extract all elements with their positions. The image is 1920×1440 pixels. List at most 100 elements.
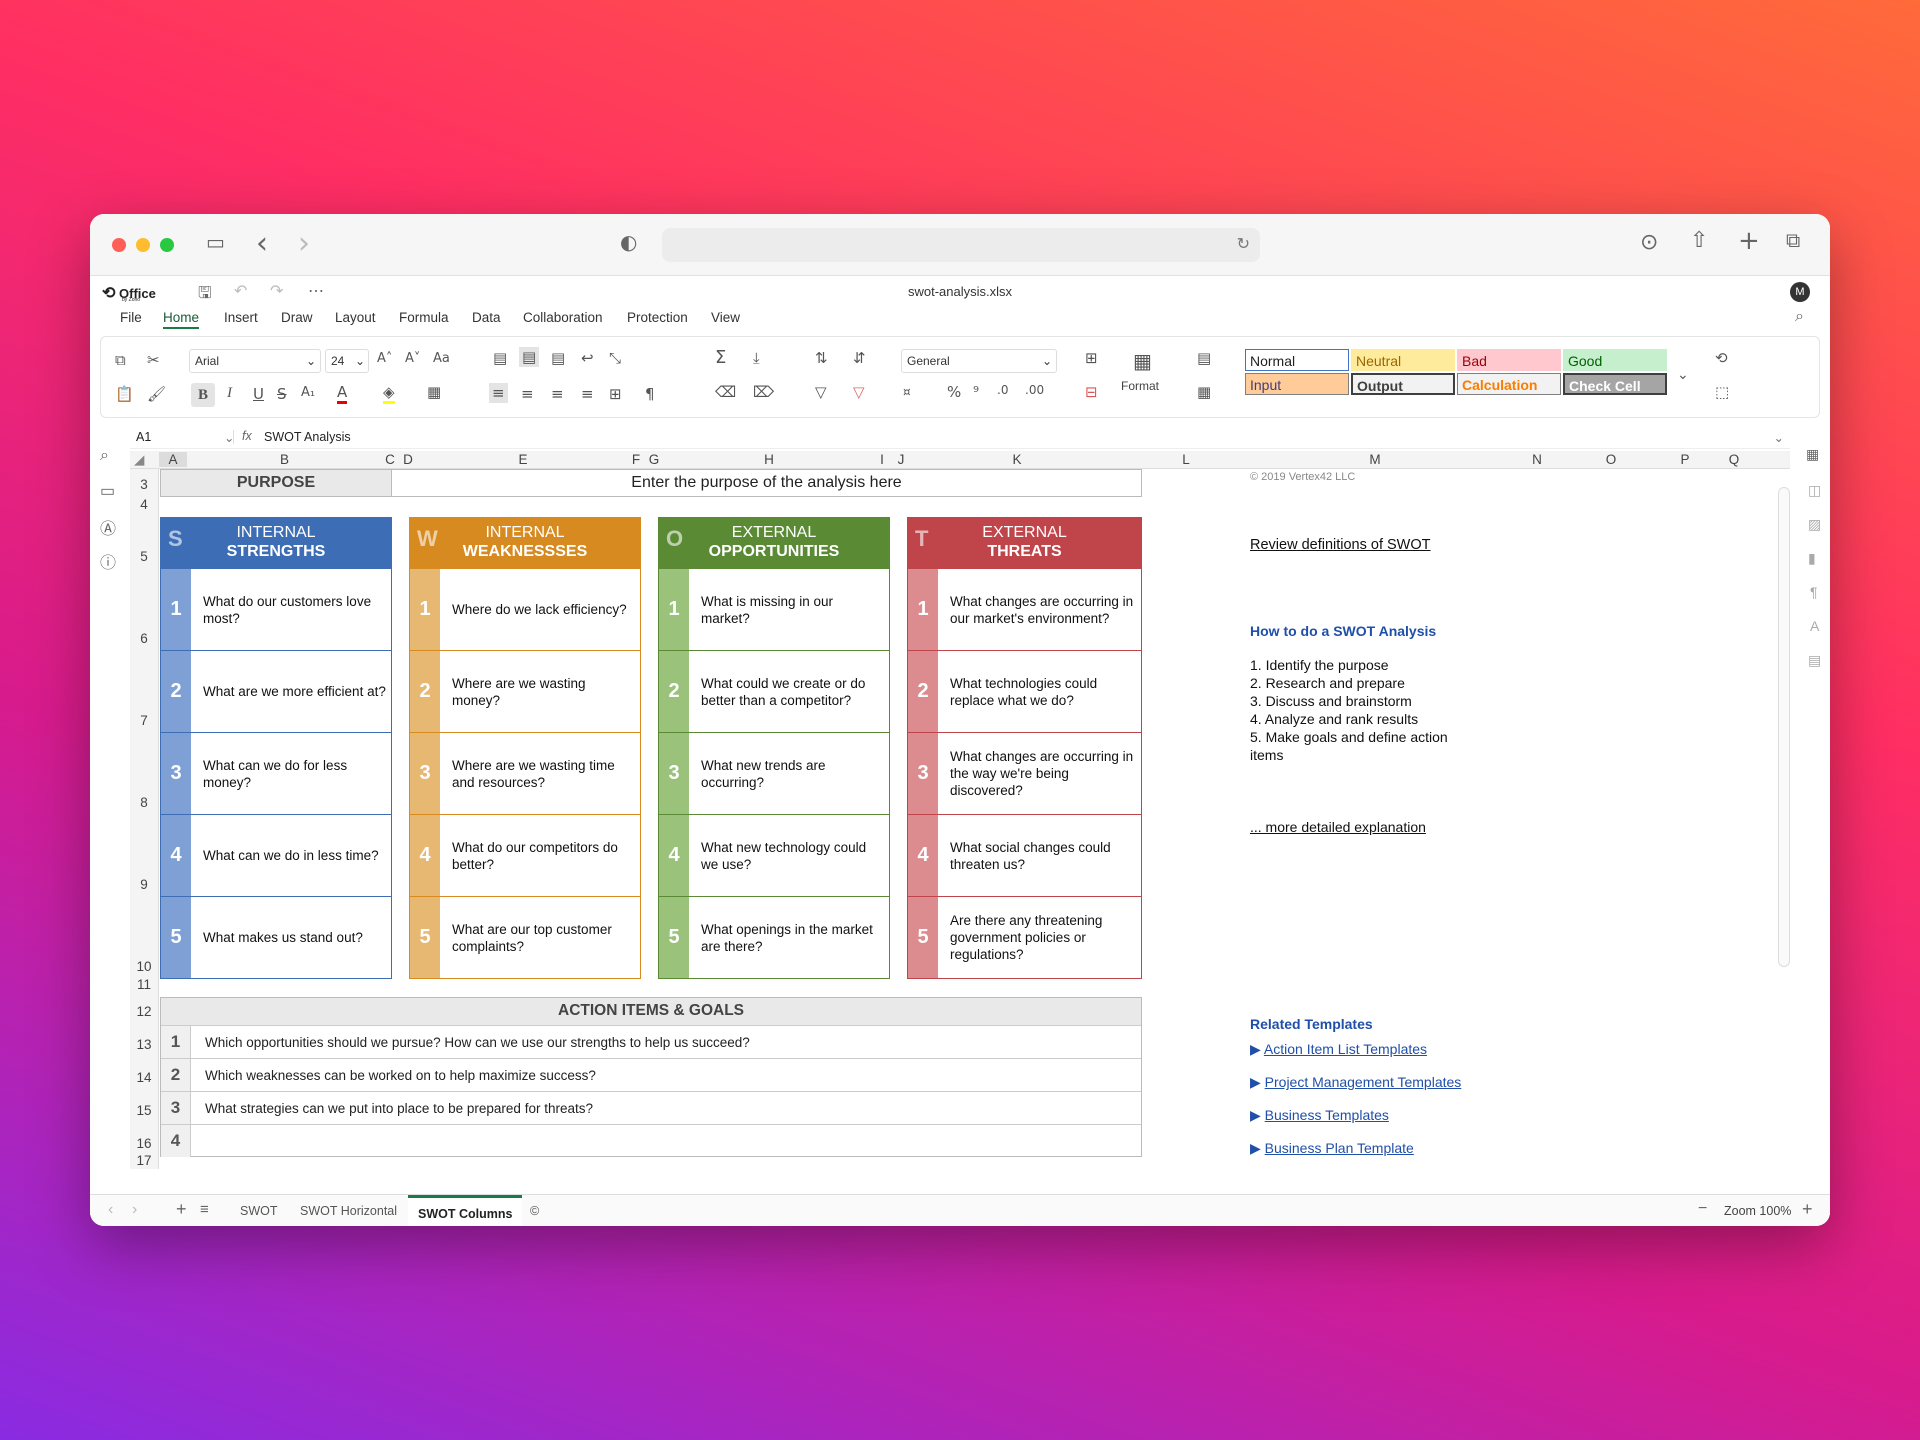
align-left-icon[interactable]: ≡: [489, 383, 508, 403]
increase-decimal-icon[interactable]: .00: [1025, 383, 1044, 397]
indent-icon[interactable]: ¶: [645, 385, 655, 403]
format-icon[interactable]: ▦: [1133, 349, 1152, 373]
weakness-item[interactable]: 3 Where are we wasting time and resources…: [410, 733, 640, 815]
wrap-text-icon[interactable]: ↩: [581, 349, 594, 367]
menu-data[interactable]: Data: [472, 310, 501, 325]
fill-color-icon[interactable]: ◈: [383, 383, 395, 404]
align-middle-icon[interactable]: ▤: [519, 347, 540, 367]
fill-icon[interactable]: ⤓: [753, 349, 760, 367]
align-top-icon[interactable]: ▤: [493, 349, 507, 367]
row-header[interactable]: 4: [130, 497, 158, 512]
menu-home[interactable]: Home: [163, 310, 200, 329]
eraser-icon[interactable]: ⌦: [753, 383, 774, 401]
row-header[interactable]: 15: [130, 1103, 158, 1118]
col-header-d[interactable]: D: [398, 452, 418, 467]
align-right-icon[interactable]: ≡: [551, 385, 564, 403]
action-row[interactable]: 1 Which opportunities should we pursue? H…: [161, 1025, 1141, 1058]
style-good[interactable]: Good: [1563, 349, 1667, 371]
row-header[interactable]: 11: [130, 977, 158, 992]
action-items-title[interactable]: ACTION ITEMS & GOALS: [161, 998, 1141, 1025]
spellcheck-icon[interactable]: Ⓐ: [100, 515, 116, 539]
info-icon[interactable]: ⓘ: [100, 549, 116, 573]
col-header-n[interactable]: N: [1500, 452, 1574, 467]
add-sheet-icon[interactable]: +: [176, 1199, 187, 1220]
col-header-i[interactable]: I: [874, 452, 890, 467]
styles-expand-icon[interactable]: ⌄: [1677, 367, 1689, 383]
quadrant-header-strengths[interactable]: S INTERNAL STRENGTHS: [160, 517, 392, 569]
align-center-icon[interactable]: ≡: [521, 385, 534, 403]
weakness-item[interactable]: 5 What are our top customer complaints?: [410, 897, 640, 979]
paste-icon[interactable]: 📋: [115, 385, 134, 403]
merge-cells-icon[interactable]: ⊞: [609, 385, 622, 403]
share-icon[interactable]: ⇧: [1690, 228, 1708, 253]
avatar[interactable]: M: [1790, 282, 1810, 302]
style-bad[interactable]: Bad: [1457, 349, 1561, 371]
undo-icon[interactable]: ↶: [234, 281, 247, 301]
address-bar[interactable]: ↻: [662, 228, 1260, 262]
row-header[interactable]: 8: [130, 795, 158, 810]
col-header-b[interactable]: B: [187, 452, 382, 467]
col-header-e[interactable]: E: [418, 452, 628, 467]
format-table-icon[interactable]: ▦: [1197, 383, 1211, 401]
formula-input[interactable]: SWOT Analysis: [264, 430, 351, 444]
tab-swot[interactable]: SWOT: [240, 1204, 278, 1218]
align-bottom-icon[interactable]: ▤: [551, 349, 565, 367]
text-icon[interactable]: A: [1810, 618, 1819, 634]
office-logo[interactable]: ⟲ Office by Zoho: [102, 283, 156, 303]
underline-icon[interactable]: U: [253, 385, 264, 403]
tab-swot-horizontal[interactable]: SWOT Horizontal: [300, 1204, 397, 1218]
style-input[interactable]: Input: [1245, 373, 1349, 395]
strength-item[interactable]: 1 What do our customers love most?: [161, 569, 391, 651]
threat-item[interactable]: 1 What changes are occurring in our marke…: [908, 569, 1141, 651]
change-case-icon[interactable]: Aa: [433, 351, 450, 366]
refresh-icon[interactable]: ⟲: [1715, 349, 1728, 367]
col-header-m[interactable]: M: [1250, 452, 1500, 467]
insert-cells-icon[interactable]: ⊞: [1085, 349, 1098, 367]
sort-ascending-icon[interactable]: ⇅: [815, 349, 828, 367]
font-size-select[interactable]: 24 ⌄: [325, 349, 369, 373]
vertical-scrollbar[interactable]: [1778, 487, 1790, 967]
menu-layout[interactable]: Layout: [335, 310, 376, 325]
save-icon[interactable]: 🖫: [198, 282, 212, 309]
strength-item[interactable]: 4 What can we do in less time?: [161, 815, 391, 897]
style-check-cell[interactable]: Check Cell: [1563, 373, 1667, 395]
opportunity-item[interactable]: 4 What new technology could we use?: [659, 815, 889, 897]
shapes-icon[interactable]: ◫: [1808, 482, 1821, 499]
related-link[interactable]: ▶ Action Item List Templates: [1250, 1041, 1427, 1058]
style-normal[interactable]: Normal: [1245, 349, 1349, 371]
related-link[interactable]: ▶ Business Plan Template: [1250, 1140, 1414, 1157]
row-header[interactable]: 13: [130, 1037, 158, 1052]
zoom-in-icon[interactable]: +: [1802, 1199, 1813, 1220]
close-window-button[interactable]: [112, 238, 126, 252]
download-icon[interactable]: ⊙: [1640, 230, 1658, 255]
opportunity-item[interactable]: 3 What new trends are occurring?: [659, 733, 889, 815]
clear-filter-icon[interactable]: ▽: [853, 383, 865, 401]
row-header[interactable]: 12: [130, 1004, 158, 1019]
strength-item[interactable]: 2 What are we more efficient at?: [161, 651, 391, 733]
related-link[interactable]: ▶ Business Templates: [1250, 1107, 1389, 1124]
row-header[interactable]: 10: [130, 959, 158, 974]
subscript-icon[interactable]: A₁: [301, 385, 315, 400]
quadrant-header-threats[interactable]: T EXTERNAL THREATS: [907, 517, 1142, 569]
comment-icon[interactable]: ▭: [100, 481, 115, 501]
sheet-icon[interactable]: ▦: [1806, 446, 1819, 463]
zoom-out-icon[interactable]: −: [1698, 1200, 1707, 1218]
clear-icon[interactable]: ⌫: [715, 383, 736, 401]
opportunity-item[interactable]: 2 What could we create or do better than …: [659, 651, 889, 733]
weakness-item[interactable]: 2 Where are we wasting money?: [410, 651, 640, 733]
style-output[interactable]: Output: [1351, 373, 1455, 395]
comma-style-icon[interactable]: ⁹: [973, 383, 979, 401]
font-select[interactable]: Arial ⌄: [189, 349, 321, 373]
minimize-window-button[interactable]: [136, 238, 150, 252]
threat-item[interactable]: 5 Are there any threatening government po…: [908, 897, 1141, 979]
fields-icon[interactable]: ▤: [1808, 652, 1821, 669]
menu-insert[interactable]: Insert: [224, 310, 258, 325]
chevron-down-icon[interactable]: ⌄: [1774, 430, 1784, 445]
row-header[interactable]: 17: [130, 1153, 158, 1168]
justify-icon[interactable]: ≡: [581, 385, 594, 403]
strength-item[interactable]: 5 What makes us stand out?: [161, 897, 391, 979]
cut-icon[interactable]: ✂: [147, 351, 160, 369]
quadrant-header-opportunities[interactable]: O EXTERNAL OPPORTUNITIES: [658, 517, 890, 569]
col-header-l[interactable]: L: [1122, 452, 1250, 467]
row-header[interactable]: 14: [130, 1070, 158, 1085]
